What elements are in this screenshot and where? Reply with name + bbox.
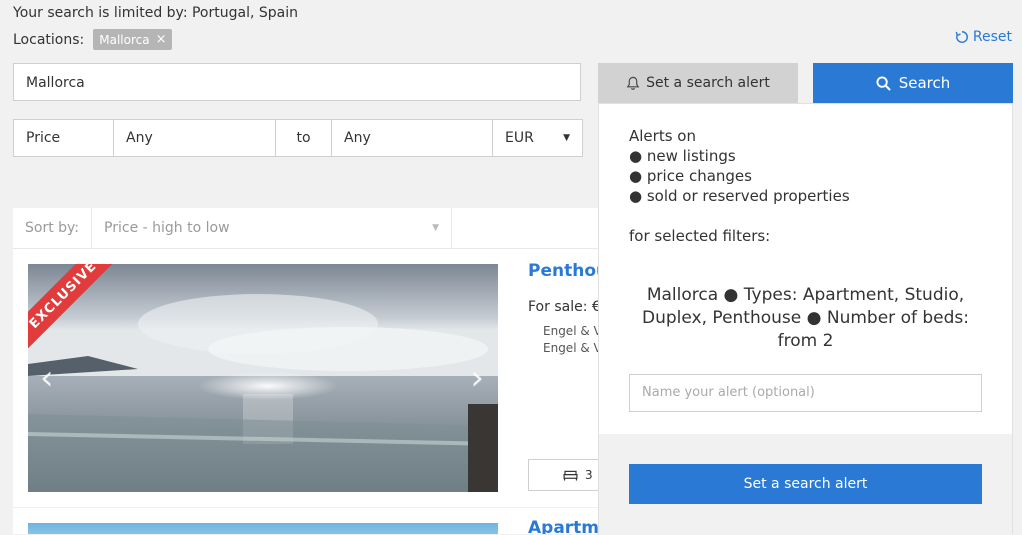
alert-name-input[interactable]: Name your alert (optional)	[629, 374, 982, 412]
search-button-label: Search	[898, 74, 951, 92]
search-icon	[876, 75, 891, 91]
bell-icon	[626, 76, 640, 90]
sort-select[interactable]: Price - high to low ▼	[92, 208, 453, 248]
search-button[interactable]: Search	[813, 63, 1013, 103]
listing-price: For sale: €	[528, 299, 598, 315]
search-alert-tab[interactable]: Set a search alert	[598, 63, 798, 103]
price-filter: Price Any to Any EUR ▼	[13, 119, 583, 157]
sort-bar: Sort by: Price - high to low ▼	[13, 208, 598, 249]
reset-icon	[955, 31, 968, 43]
listing-card[interactable]: EXCLUSIVE ‹ › Penthouse For sale: € Enge…	[13, 249, 598, 507]
reset-label: Reset	[972, 29, 1012, 45]
location-tag[interactable]: Mallorca ×	[93, 29, 173, 50]
alert-item: ● sold or reserved properties	[629, 187, 850, 205]
sort-selected-value: Price - high to low	[104, 220, 230, 236]
location-tag-label: Mallorca	[99, 32, 150, 47]
price-min-input[interactable]: Any	[114, 120, 276, 156]
listing-title[interactable]: Penthouse	[528, 261, 598, 281]
listing-card[interactable]: Apartment	[13, 508, 598, 534]
alert-footer: Set a search alert	[599, 434, 1012, 535]
beds-info: 3	[528, 459, 598, 491]
listing-photo[interactable]: EXCLUSIVE ‹ ›	[28, 264, 498, 492]
reset-button[interactable]: Reset	[955, 29, 1012, 45]
listing-agent: Engel & V	[543, 341, 598, 355]
price-label: Price	[14, 120, 114, 156]
search-input[interactable]: Mallorca	[13, 63, 581, 101]
filters-summary: Mallorca ● Types: Apartment, Studio, Dup…	[642, 285, 969, 351]
chevron-down-icon: ▼	[563, 133, 570, 143]
filters-label: for selected filters:	[629, 227, 771, 245]
currency-value: EUR	[505, 130, 534, 146]
price-max-input[interactable]: Any	[332, 120, 493, 156]
sea-view-image	[28, 264, 498, 492]
locations-label: Locations:	[13, 31, 85, 48]
locations-row: Locations: Mallorca ×	[13, 29, 173, 50]
listing-title[interactable]: Apartment	[528, 518, 598, 534]
price-to-label: to	[276, 120, 332, 156]
listing-photo[interactable]	[28, 523, 498, 534]
set-search-alert-button[interactable]: Set a search alert	[629, 464, 982, 504]
alert-item: ● new listings	[629, 147, 736, 165]
sort-label: Sort by:	[13, 208, 93, 248]
listing-agent: Engel & V	[543, 324, 598, 338]
beds-count: 3	[585, 468, 593, 482]
chevron-left-icon[interactable]: ‹	[40, 358, 54, 398]
alert-heading: Alerts on	[629, 127, 696, 145]
search-limit-text: Your search is limited by: Portugal, Spa…	[13, 5, 298, 21]
currency-select[interactable]: EUR ▼	[493, 120, 582, 156]
chevron-down-icon: ▼	[432, 223, 440, 233]
bed-icon	[563, 470, 578, 481]
chevron-right-icon[interactable]: ›	[470, 358, 484, 398]
search-alert-panel: Alerts on ● new listings ● price changes…	[598, 103, 1013, 535]
search-alert-tab-label: Set a search alert	[646, 75, 770, 91]
alert-item: ● price changes	[629, 167, 752, 185]
remove-tag-icon[interactable]: ×	[156, 32, 167, 47]
